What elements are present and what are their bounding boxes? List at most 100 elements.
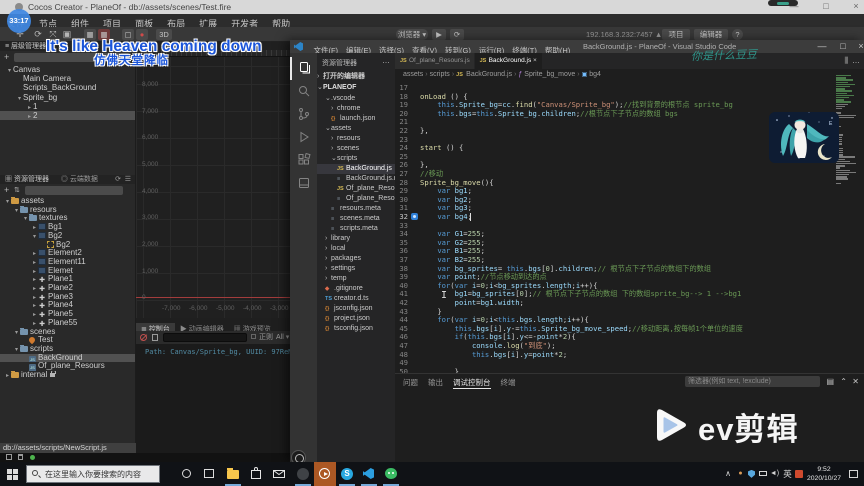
explorer-item-jsconfig.json[interactable]: {} jsconfig.json (317, 304, 395, 314)
hierarchy-node-Scripts_BackGround[interactable]: Scripts_BackGround (0, 83, 135, 92)
asset-assets[interactable]: ▾ assets (0, 197, 135, 206)
project-section[interactable]: ⌄PLANEOF (317, 83, 395, 93)
hierarchy-node-Main Camera[interactable]: Main Camera (0, 74, 135, 83)
activity-remote-icon[interactable] (290, 172, 317, 195)
cocos-maximize-button[interactable]: □ (816, 0, 836, 14)
hierarchy-tab[interactable]: ≡ 层级管理器 (0, 42, 51, 51)
explorer-item-library[interactable]: › library (317, 234, 395, 244)
help-button[interactable]: ? (732, 29, 743, 40)
explorer-item-scenes[interactable]: › scenes (317, 144, 395, 154)
hierarchy-node-Sprite_bg[interactable]: ▾ Sprite_bg (0, 93, 135, 102)
panel-tab-终端[interactable]: 终端 (501, 377, 516, 388)
open-project-button[interactable]: 项目 (662, 29, 690, 40)
play-button[interactable]: ▶ (432, 29, 446, 40)
asset-resours[interactable]: ▾ resours (0, 205, 135, 215)
tray-user-icon[interactable]: ● (735, 462, 746, 486)
activity-run-debug-icon[interactable] (290, 126, 317, 149)
file-explorer-taskbar-icon[interactable] (222, 462, 244, 486)
explorer-item-.vscode[interactable]: ⌄.vscode (317, 94, 395, 104)
mail-taskbar-icon[interactable] (268, 462, 290, 486)
minimap[interactable] (836, 75, 859, 375)
photos-taskbar-icon[interactable] (292, 462, 314, 486)
assets-search-input[interactable] (25, 186, 123, 195)
taskbar-search-box[interactable]: 在这里输入你要搜索的内容 (26, 465, 160, 483)
explorer-item-project.json[interactable]: {} project.json (317, 314, 395, 324)
ev-recorder-taskbar-icon[interactable] (314, 462, 336, 486)
asset-scenes[interactable]: ▾ scenes (0, 327, 135, 337)
sort-assets-icon[interactable]: ⇅ (14, 186, 20, 195)
breadcrumb-BackGround.js[interactable]: JS BackGround.js (456, 71, 512, 78)
explorer-item-scenes.meta[interactable]: ≡ scenes.meta (317, 214, 395, 224)
refresh-assets-icon[interactable]: ⟳ (115, 175, 121, 184)
editor-more-actions-icon[interactable]: … (852, 53, 860, 69)
log-level-dropdown[interactable]: All ▾ (276, 331, 289, 344)
taskbar-clock[interactable]: 9:52 2020/10/27 (804, 465, 844, 483)
explorer-actions-icon[interactable]: … (382, 56, 390, 65)
console-filter-input[interactable] (163, 333, 247, 342)
tray-volume-icon[interactable]: ◄) (768, 462, 781, 486)
explorer-item-.gitignore[interactable]: ◆ .gitignore (317, 284, 395, 294)
explorer-item-scripts.meta[interactable]: ≡ scripts.meta (317, 224, 395, 234)
explorer-item-Of_plane_Resours.j...[interactable]: ≡Of_plane_Resours.j... (317, 194, 395, 204)
console-clear-icon[interactable] (6, 454, 12, 460)
log-file-icon[interactable] (152, 334, 158, 341)
split-editor-icon[interactable]: ⫼ (844, 53, 848, 69)
add-asset-button[interactable]: + (4, 186, 9, 195)
vscode-taskbar-icon[interactable] (358, 462, 380, 486)
asset-scripts[interactable]: ▾ scripts (0, 344, 135, 354)
asset-Plane2[interactable]: ▸ ✚ Plane2 (0, 284, 135, 293)
explorer-item-Of_plane_Resours.js[interactable]: JSOf_plane_Resours.js (317, 184, 395, 194)
explorer-item-BackGround.js.meta[interactable]: ≡BackGround.js.meta (317, 174, 395, 184)
asset-Plane55[interactable]: ▸ ✚ Plane55 (0, 319, 135, 328)
vscode-close-button[interactable]: × (851, 40, 864, 54)
asset-Test[interactable]: Test (0, 336, 135, 345)
tray-defender-icon[interactable] (746, 462, 757, 486)
breadcrumb-bg4[interactable]: ▣ bg4 (582, 71, 601, 78)
panel-tab-调试控制台[interactable]: 调试控制台 (453, 377, 491, 389)
open-editor-button[interactable]: 编辑器 (694, 29, 728, 40)
asset-Plane4[interactable]: ▸ ✚ Plane4 (0, 301, 135, 310)
editor-tab-BackGround.js[interactable]: JS BackGround.js × (474, 53, 544, 69)
vscode-minimize-button[interactable]: — (812, 40, 832, 54)
asset-Of_plane_Resours[interactable]: JS Of_plane_Resours (0, 362, 135, 371)
cocos-close-button[interactable]: × (846, 0, 864, 14)
editor-tab-Of_plane_Resours.js[interactable]: JS Of_plane_Resours.js (395, 53, 475, 69)
open-editors-section[interactable]: › 打开的编辑器 (317, 72, 395, 82)
explorer-item-assets[interactable]: ⌄assets (317, 124, 395, 134)
hierarchy-node-2[interactable]: ▸ 2 (0, 111, 135, 121)
asset-textures[interactable]: ▾ textures (0, 214, 135, 223)
store-taskbar-icon[interactable] (245, 462, 267, 486)
explorer-item-BackGround.js[interactable]: JS BackGround.js (317, 164, 395, 174)
asset-Element11[interactable]: ▸ Element11 (0, 257, 135, 267)
refresh-button[interactable]: ⟳ (450, 29, 464, 40)
asset-Bg2[interactable]: Bg2 (0, 240, 135, 250)
cloud-tab[interactable]: ◎ 云端数据 (56, 175, 103, 184)
cortana-button[interactable] (176, 462, 198, 486)
breadcrumb[interactable]: assets › scripts › JS BackGround.js › ƒ Sprite_… (395, 69, 864, 80)
preview-target-dropdown[interactable]: 浏览器 ▾ (396, 29, 428, 40)
activity-source-control-icon[interactable] (290, 103, 317, 126)
debug-filter-input[interactable]: 筛选器(例如 text, !exclude) (685, 376, 820, 387)
panel-maximize-icon[interactable]: ⌃ (840, 377, 847, 387)
skype-taskbar-icon[interactable]: S (336, 462, 358, 486)
tray-app-icon[interactable] (793, 462, 804, 486)
explorer-item-resours.meta[interactable]: ≡ resours.meta (317, 204, 395, 214)
notification-center-icon[interactable] (846, 462, 860, 486)
explorer-item-launch.json[interactable]: {} launch.json (317, 114, 395, 124)
rotate-tool-icon[interactable]: ⟳ (31, 29, 45, 40)
explorer-item-local[interactable]: › local (317, 244, 395, 254)
scene-view[interactable]: 8,000 7,000 6,000 5,000 4,000 3,000 2,000 1,000… (136, 42, 305, 318)
tray-ime-indicator[interactable]: 英 (782, 462, 793, 486)
tray-network-icon[interactable] (757, 462, 768, 486)
vscode-maximize-button[interactable]: □ (833, 40, 853, 54)
assets-menu-icon[interactable]: ☰ (125, 175, 131, 184)
task-view-button[interactable] (198, 462, 220, 486)
breadcrumb-Sprite_bg_move[interactable]: ƒ Sprite_bg_move (518, 71, 575, 78)
explorer-item-settings[interactable]: › settings (317, 264, 395, 274)
trash-icon[interactable] (18, 454, 23, 460)
hierarchy-node-1[interactable]: ▸ 1 (0, 102, 135, 111)
asset-BackGround[interactable]: JS BackGround (0, 353, 135, 363)
explorer-item-chrome[interactable]: › chrome (317, 104, 395, 114)
activity-search-icon[interactable] (290, 80, 317, 103)
asset-Element2[interactable]: ▸ Element2 (0, 249, 135, 258)
